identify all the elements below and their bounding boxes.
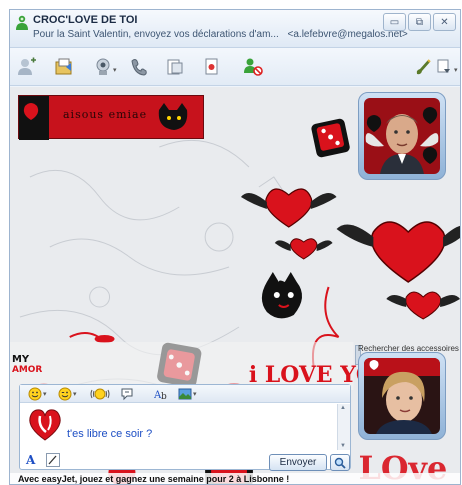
activities-icon[interactable] [164,56,186,78]
webcam-menu-icon[interactable]: ▾ [113,66,117,74]
svg-text:AMOR: AMOR [12,365,42,375]
send-button[interactable]: Envoyer [269,454,327,471]
user-avatar-image [364,358,440,434]
font-button[interactable]: A [26,453,35,467]
message-text: t'es libre ce soir ? [67,428,153,440]
search-icon [334,457,346,469]
compose-toolbar: ▾ ▾ Ab ▾ [20,385,350,403]
nudge-icon[interactable] [90,387,110,401]
svg-text:b: b [161,392,167,401]
wink-icon[interactable] [58,387,72,401]
emoticon-menu-icon[interactable]: ▾ [43,390,47,398]
menu-caret-icon[interactable]: ▾ [454,66,458,74]
contact-message: Pour la Saint Valentin, envoyez vos décl… [33,29,279,40]
chat-window: CROC'LOVE DE TOI Pour la Saint Valentin,… [9,9,461,485]
menu-icon[interactable] [434,56,456,78]
scroll-down-icon[interactable]: ▼ [340,443,346,449]
ad-banner[interactable]: Avec easyJet, jouez et gagnez une semain… [10,473,460,484]
text-format-icon[interactable]: Ab [154,387,170,401]
background-icon[interactable] [178,387,192,401]
window-title: CROC'LOVE DE TOI [33,14,138,26]
minimize-button[interactable]: ▭ [383,13,406,31]
voice-clip-icon[interactable] [120,387,134,401]
invite-contact-icon[interactable] [16,56,38,78]
personal-message: Pour la Saint Valentin, envoyez vos décl… [33,29,408,40]
call-icon[interactable] [128,56,150,78]
kiss-banner: aisous emiae [18,95,204,140]
contact-avatar[interactable] [358,92,446,180]
title-bar: CROC'LOVE DE TOI Pour la Saint Valentin,… [10,10,460,48]
background-menu-icon[interactable]: ▾ [193,390,197,398]
conversation-toolbar: ▾ ▾ [10,48,460,86]
contact-avatar-image [364,98,440,174]
emoticon-icon[interactable] [28,387,42,401]
games-icon[interactable] [201,56,223,78]
messenger-buddy-icon [16,15,28,30]
scroll-up-icon[interactable]: ▲ [340,405,346,411]
ad-text[interactable]: Avec easyJet, jouez et gagnez une semain… [18,474,289,484]
wink-menu-icon[interactable]: ▾ [73,390,77,398]
message-scrollbar[interactable]: ▲ ▼ [337,404,350,450]
user-avatar[interactable] [358,352,446,440]
message-input[interactable]: t'es libre ce soir ? [20,404,338,450]
banner-text: aisous emiae [63,108,148,121]
block-icon[interactable] [242,56,264,78]
svg-text:MY: MY [12,354,30,365]
webcam-icon[interactable] [92,56,114,78]
emoticon-heart-icon [29,409,61,441]
close-button[interactable]: ✕ [433,13,456,31]
theme-brush-icon[interactable] [412,56,434,78]
search-button[interactable] [330,454,350,471]
maximize-button[interactable]: ⧉ [408,13,431,31]
window-controls: ▭ ⧉ ✕ [383,13,456,31]
send-files-icon[interactable] [53,56,75,78]
handwriting-icon[interactable] [46,453,60,467]
